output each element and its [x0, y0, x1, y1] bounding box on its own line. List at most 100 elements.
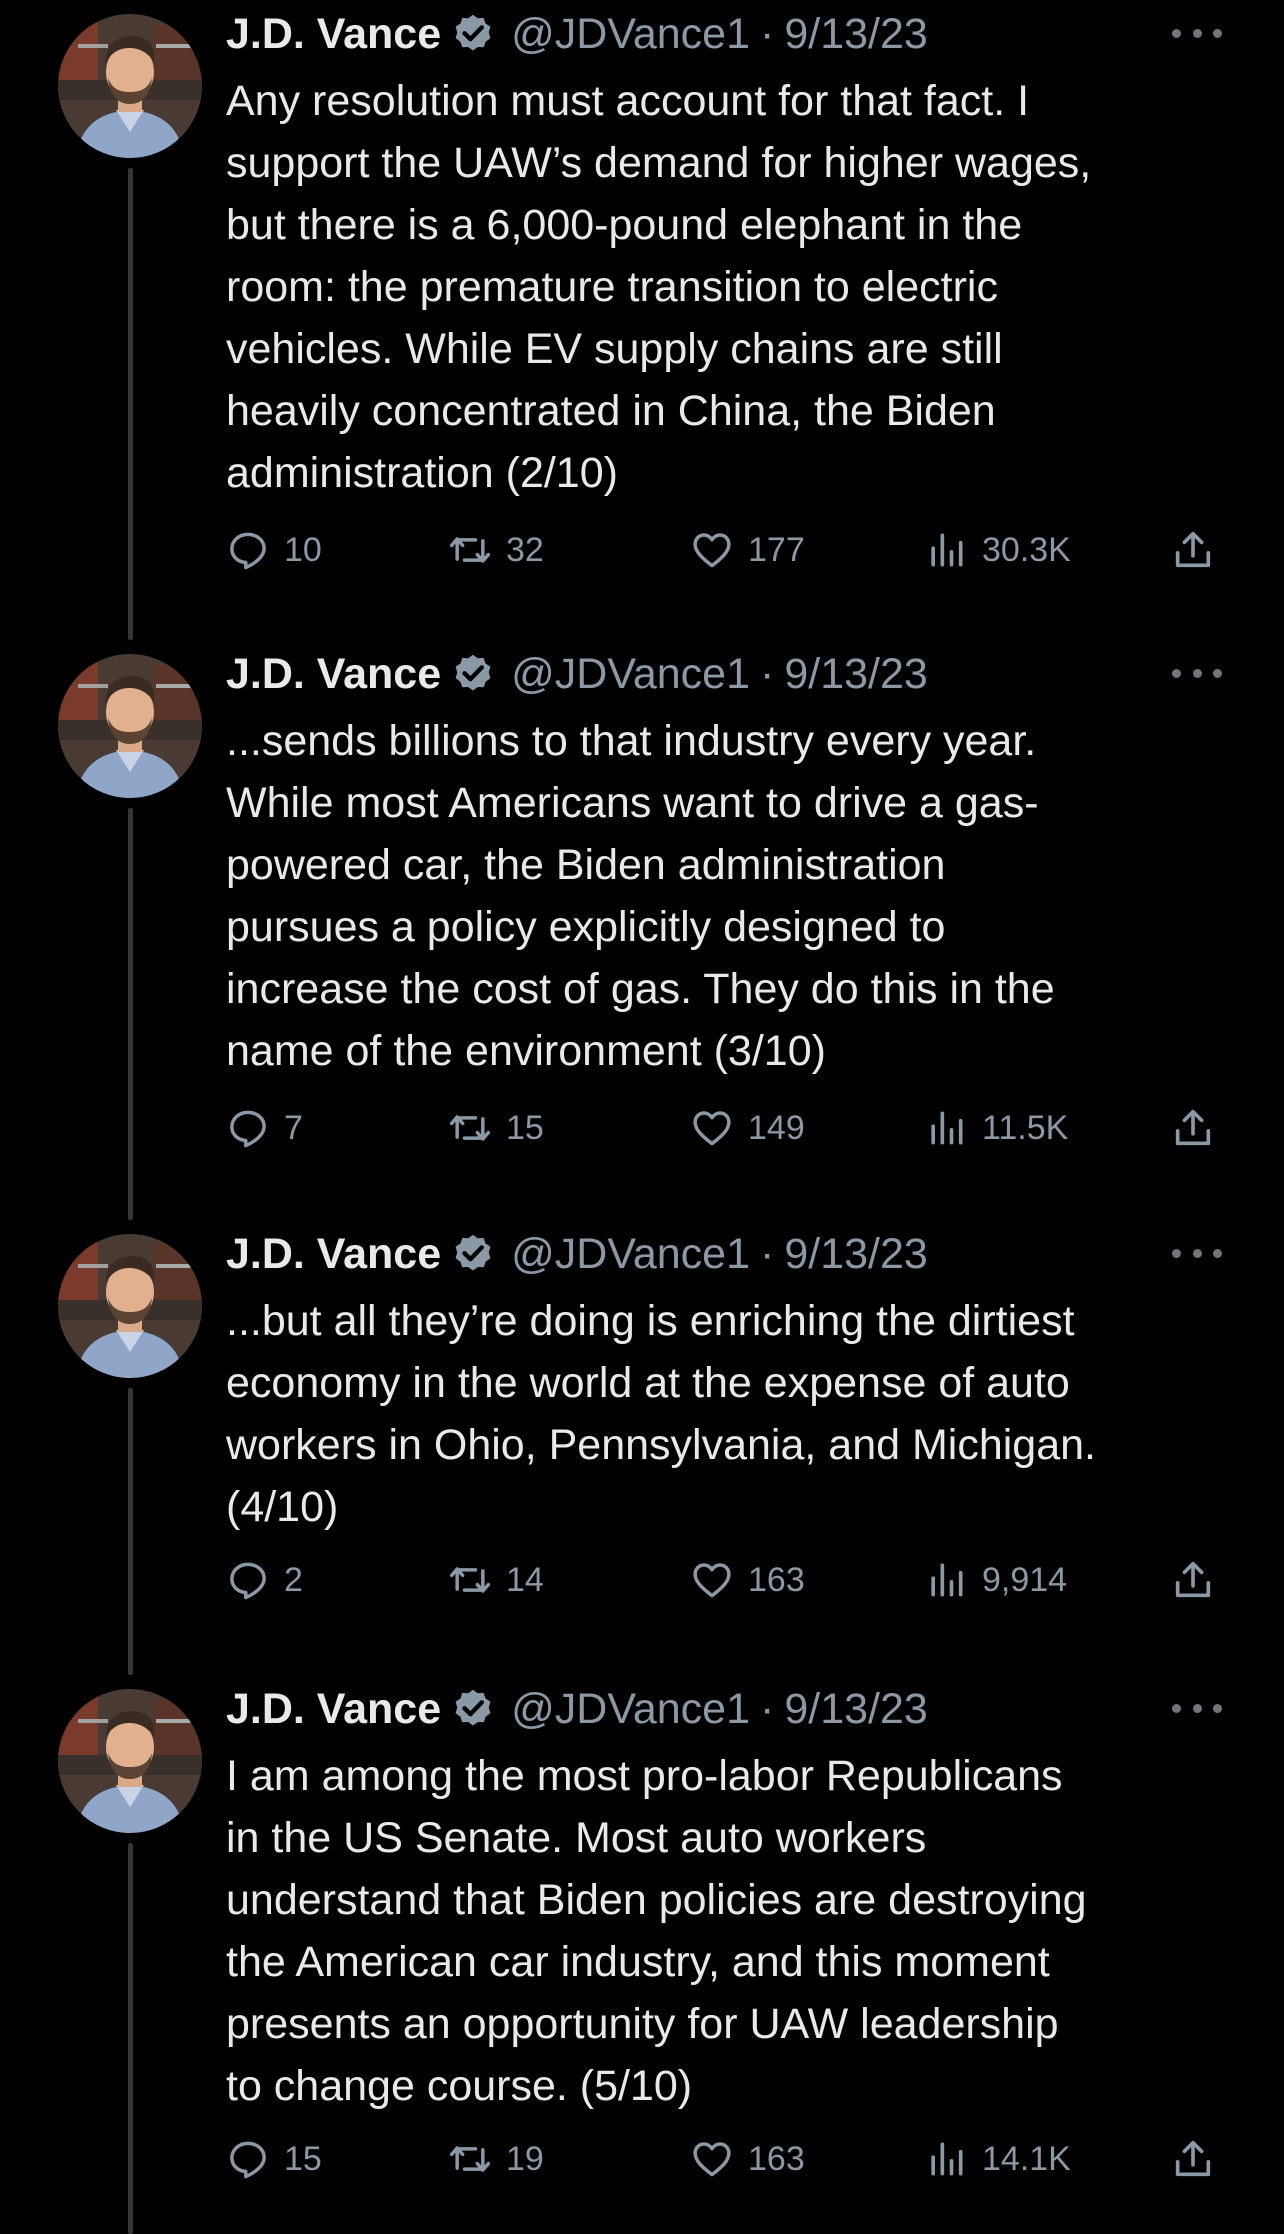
tweet-text: ...but all they’re doing is enriching th…: [226, 1297, 1096, 1531]
action-bar: 2 14 163 9,914: [226, 1550, 1226, 1610]
author-handle[interactable]: @JDVance1: [511, 650, 750, 699]
retweet-icon: [448, 528, 492, 572]
thread-line: [128, 808, 133, 1220]
reply-button[interactable]: 7: [226, 1098, 303, 1158]
reply-icon: [226, 2137, 270, 2181]
avatar[interactable]: [58, 1689, 202, 1833]
tweet[interactable]: J.D. Vance @JDVance1 · 9/13/23 Any resol…: [0, 0, 1284, 640]
more-options-icon[interactable]: [1172, 658, 1222, 688]
retweet-button[interactable]: 15: [448, 1098, 544, 1158]
verified-badge-icon: [451, 1687, 495, 1731]
views-button[interactable]: 9,914: [924, 1550, 1067, 1610]
share-button[interactable]: [1170, 1550, 1216, 1610]
retweet-icon: [448, 1558, 492, 1602]
tweet-header: J.D. Vance @JDVance1 · 9/13/23: [226, 6, 928, 62]
separator-dot: ·: [760, 649, 775, 698]
reply-count: 2: [284, 1560, 303, 1599]
heart-icon: [690, 528, 734, 572]
tweet-header: J.D. Vance @JDVance1 · 9/13/23: [226, 1226, 928, 1282]
author-name[interactable]: J.D. Vance: [226, 1685, 441, 1734]
avatar[interactable]: [58, 1234, 202, 1378]
retweet-count: 15: [506, 1108, 544, 1147]
author-handle[interactable]: @JDVance1: [511, 10, 750, 59]
avatar[interactable]: [58, 14, 202, 158]
like-count: 163: [748, 1560, 805, 1599]
reply-count: 15: [284, 2139, 322, 2178]
author-name[interactable]: J.D. Vance: [226, 10, 441, 59]
like-button[interactable]: 163: [690, 1550, 805, 1610]
retweet-icon: [448, 1106, 492, 1150]
author-name[interactable]: J.D. Vance: [226, 650, 441, 699]
tweet-date[interactable]: 9/13/23: [784, 10, 927, 59]
tweet[interactable]: J.D. Vance @JDVance1 · 9/13/23 ...but al…: [0, 1220, 1284, 1675]
action-bar: 10 32 177 30.3K: [226, 520, 1226, 580]
reply-icon: [226, 528, 270, 572]
retweet-button[interactable]: 19: [448, 2129, 544, 2189]
reply-icon: [226, 1106, 270, 1150]
separator-dot: ·: [760, 1684, 775, 1733]
views-button[interactable]: 14.1K: [924, 2129, 1071, 2189]
views-chart-icon: [924, 528, 968, 572]
like-button[interactable]: 177: [690, 520, 805, 580]
verified-badge-icon: [451, 1232, 495, 1276]
tweet-text: Any resolution must account for that fac…: [226, 77, 1092, 497]
reply-count: 7: [284, 1108, 303, 1147]
tweet-date[interactable]: 9/13/23: [784, 1230, 927, 1279]
tweet-header: J.D. Vance @JDVance1 · 9/13/23: [226, 1681, 928, 1737]
views-chart-icon: [924, 1106, 968, 1150]
tweet-date[interactable]: 9/13/23: [784, 650, 927, 699]
author-handle[interactable]: @JDVance1: [511, 1230, 750, 1279]
thread-line: [128, 1388, 133, 1675]
separator-dot: ·: [760, 1229, 775, 1278]
views-count: 11.5K: [982, 1108, 1069, 1147]
verified-badge-icon: [451, 652, 495, 696]
author-name[interactable]: J.D. Vance: [226, 1230, 441, 1279]
tweet-text: I am among the most pro-labor Republican…: [226, 1752, 1087, 2110]
share-button[interactable]: [1170, 2129, 1216, 2189]
views-chart-icon: [924, 1558, 968, 1602]
share-button[interactable]: [1170, 1098, 1216, 1158]
retweet-count: 14: [506, 1560, 544, 1599]
heart-icon: [690, 2137, 734, 2181]
like-button[interactable]: 149: [690, 1098, 805, 1158]
share-icon: [1170, 527, 1216, 573]
views-button[interactable]: 11.5K: [924, 1098, 1068, 1158]
retweet-button[interactable]: 14: [448, 1550, 544, 1610]
views-count: 30.3K: [982, 530, 1071, 569]
retweet-icon: [448, 2137, 492, 2181]
like-count: 149: [748, 1108, 805, 1147]
reply-button[interactable]: 15: [226, 2129, 322, 2189]
avatar[interactable]: [58, 654, 202, 798]
tweet-header: J.D. Vance @JDVance1 · 9/13/23: [226, 646, 928, 702]
retweet-button[interactable]: 32: [448, 520, 544, 580]
thread-line: [128, 168, 133, 640]
share-icon: [1170, 2136, 1216, 2182]
reply-icon: [226, 1558, 270, 1602]
more-options-icon[interactable]: [1172, 1238, 1222, 1268]
tweet-date[interactable]: 9/13/23: [784, 1685, 927, 1734]
action-bar: 7 15 149 11.5K: [226, 1098, 1226, 1158]
retweet-count: 19: [506, 2139, 544, 2178]
views-count: 14.1K: [982, 2139, 1071, 2178]
tweet-text: ...sends billions to that industry every…: [226, 717, 1055, 1075]
reply-count: 10: [284, 530, 322, 569]
separator-dot: ·: [760, 9, 775, 58]
heart-icon: [690, 1106, 734, 1150]
like-button[interactable]: 163: [690, 2129, 805, 2189]
author-handle[interactable]: @JDVance1: [511, 1685, 750, 1734]
more-options-icon[interactable]: [1172, 1693, 1222, 1723]
share-button[interactable]: [1170, 520, 1216, 580]
like-count: 163: [748, 2139, 805, 2178]
reply-button[interactable]: 2: [226, 1550, 303, 1610]
tweet[interactable]: J.D. Vance @JDVance1 · 9/13/23 ...sends …: [0, 640, 1284, 1220]
views-button[interactable]: 30.3K: [924, 520, 1071, 580]
heart-icon: [690, 1558, 734, 1602]
tweet[interactable]: J.D. Vance @JDVance1 · 9/13/23 I am amon…: [0, 1675, 1284, 2234]
thread-line: [128, 1843, 133, 2234]
reply-button[interactable]: 10: [226, 520, 322, 580]
share-icon: [1170, 1105, 1216, 1151]
more-options-icon[interactable]: [1172, 18, 1222, 48]
like-count: 177: [748, 530, 805, 569]
views-chart-icon: [924, 2137, 968, 2181]
action-bar: 15 19 163 14.1K: [226, 2129, 1226, 2189]
